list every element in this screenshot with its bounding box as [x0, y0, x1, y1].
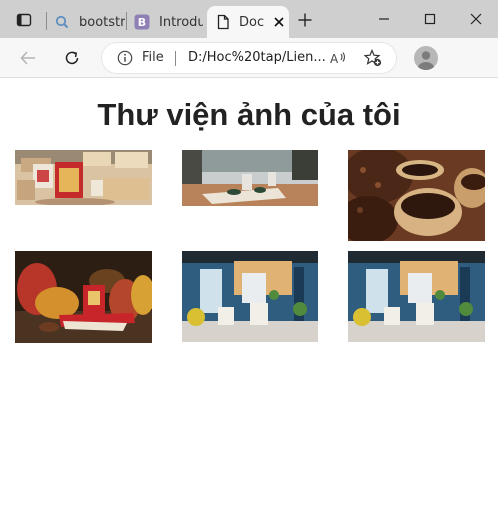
plus-icon[interactable] — [297, 12, 313, 28]
read-aloud-icon[interactable]: A — [329, 49, 347, 67]
svg-text:A: A — [330, 52, 339, 66]
page-title: Thư viện ảnh của tôi — [97, 97, 401, 132]
gallery-image-chocolate-boxes — [15, 150, 152, 205]
tab-separator — [46, 12, 47, 30]
document-icon — [215, 14, 231, 30]
profile-icon[interactable] — [414, 46, 438, 70]
address-divider — [175, 51, 176, 66]
tab-bootstrap-search[interactable]: bootstra — [54, 6, 126, 38]
tab-separator — [126, 12, 127, 30]
back-icon[interactable] — [17, 47, 39, 69]
gallery-image-cafe-table — [182, 150, 318, 206]
gallery-image-cocoa-pods — [15, 251, 152, 343]
bootstrap-icon: B — [134, 14, 150, 30]
url-text[interactable]: D:/Hoc%20tap/Lien... — [188, 50, 326, 65]
tab-introduction[interactable]: B Introduc — [134, 6, 206, 38]
info-icon[interactable] — [117, 50, 133, 66]
tab-label: Introduc — [159, 14, 203, 30]
tab-strip: bootstra B Introduc Doc — [0, 0, 498, 38]
gallery-image-coffee-beans — [348, 150, 485, 241]
close-tab-icon[interactable] — [271, 14, 287, 30]
svg-text:B: B — [138, 16, 146, 29]
tab-label: bootstra — [79, 14, 125, 30]
tab-label: Doc — [239, 14, 265, 30]
tab-document[interactable]: Doc — [207, 6, 289, 38]
search-icon — [54, 14, 70, 30]
close-icon[interactable] — [467, 10, 485, 28]
minimize-icon[interactable] — [375, 10, 393, 28]
add-favorite-icon[interactable] — [363, 48, 382, 67]
gallery-image-cafe-interior — [348, 251, 485, 342]
address-bar[interactable]: File D:/Hoc%20tap/Lien... A — [102, 43, 396, 73]
tab-actions-icon[interactable] — [16, 12, 32, 28]
page-content: Thư viện ảnh của tôi — [0, 79, 498, 523]
browser-toolbar: File D:/Hoc%20tap/Lien... A — [0, 38, 498, 78]
scheme-label: File — [142, 50, 164, 65]
maximize-icon[interactable] — [421, 10, 439, 28]
gallery-image-cafe-interior — [182, 251, 318, 342]
refresh-icon[interactable] — [61, 47, 83, 69]
